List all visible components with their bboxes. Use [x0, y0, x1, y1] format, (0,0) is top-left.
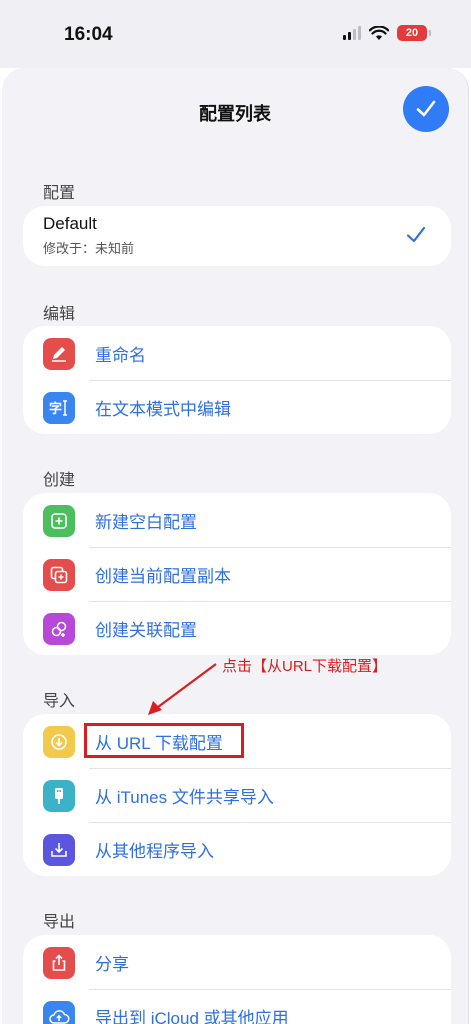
usb-icon	[43, 780, 75, 812]
link-icon	[43, 613, 75, 645]
selected-check-icon	[406, 226, 426, 243]
export-group: 分享 导出到 iCloud 或其他应用	[23, 935, 451, 1024]
status-time: 16:04	[64, 24, 113, 45]
itunes-import-label: 从 iTunes 文件共享导入	[95, 787, 274, 807]
row-separator	[89, 989, 451, 990]
row-separator	[89, 380, 451, 381]
plus-icon	[43, 505, 75, 537]
new-blank-config-label: 新建空白配置	[95, 512, 197, 532]
wifi-icon	[369, 25, 389, 40]
import-from-other-apps-label: 从其他程序导入	[95, 841, 214, 861]
annotation-arrow	[148, 663, 217, 715]
share-button[interactable]: 分享	[23, 935, 451, 989]
config-list-sheet: 配置列表 配置 Default 修改于：未知前 编辑 重命名 字 在文本模式中编…	[2, 68, 469, 1024]
cloud-upload-icon	[43, 1001, 75, 1024]
share-label: 分享	[95, 954, 129, 974]
row-separator	[89, 601, 451, 602]
text-edit-label: 在文本模式中编辑	[95, 399, 231, 419]
export-icloud-button[interactable]: 导出到 iCloud 或其他应用	[23, 989, 451, 1024]
rename-label: 重命名	[95, 345, 146, 365]
row-separator	[89, 768, 451, 769]
battery-icon: 20	[397, 25, 431, 41]
section-header-create: 创建	[43, 472, 76, 489]
share-icon	[43, 947, 75, 979]
config-group: Default 修改于：未知前	[23, 206, 451, 266]
section-header-import: 导入	[43, 693, 76, 710]
rename-icon	[43, 338, 75, 370]
status-icons: 20	[343, 25, 431, 41]
duplicate-icon	[43, 559, 75, 591]
battery-level: 20	[405, 27, 419, 39]
page-title: 配置列表	[199, 104, 271, 124]
row-separator	[89, 822, 451, 823]
edit-group: 重命名 字 在文本模式中编辑	[23, 326, 451, 434]
text-edit-icon: 字	[43, 392, 75, 424]
linked-config-button[interactable]: 创建关联配置	[23, 601, 451, 655]
svg-text:字: 字	[49, 401, 62, 417]
config-name: Default	[43, 214, 97, 233]
download-icon	[43, 726, 75, 758]
text-edit-button[interactable]: 字 在文本模式中编辑	[23, 380, 451, 434]
row-separator	[89, 547, 451, 548]
done-button[interactable]	[403, 86, 449, 132]
section-header-edit: 编辑	[43, 306, 76, 323]
import-icon	[43, 834, 75, 866]
section-header-export: 导出	[43, 914, 76, 931]
cellular-signal-icon	[343, 26, 361, 40]
config-item-default[interactable]: Default 修改于：未知前	[23, 206, 451, 266]
export-icloud-label: 导出到 iCloud 或其他应用	[95, 1008, 289, 1024]
section-header-config: 配置	[43, 185, 76, 202]
duplicate-config-button[interactable]: 创建当前配置副本	[23, 547, 451, 601]
import-from-other-apps-button[interactable]: 从其他程序导入	[23, 822, 451, 876]
status-bar: 16:04 20	[0, 0, 471, 68]
create-group: 新建空白配置 创建当前配置副本 创建关联配置	[23, 493, 451, 655]
duplicate-config-label: 创建当前配置副本	[95, 566, 231, 586]
annotation-highlight-box	[84, 723, 244, 758]
itunes-import-button[interactable]: 从 iTunes 文件共享导入	[23, 768, 451, 822]
new-blank-config-button[interactable]: 新建空白配置	[23, 493, 451, 547]
checkmark-icon	[416, 100, 436, 117]
rename-button[interactable]: 重命名	[23, 326, 451, 380]
config-subtitle: 修改于：未知前	[43, 241, 135, 256]
annotation-text: 点击【从URL下载配置】	[222, 658, 388, 675]
linked-config-label: 创建关联配置	[95, 620, 197, 640]
